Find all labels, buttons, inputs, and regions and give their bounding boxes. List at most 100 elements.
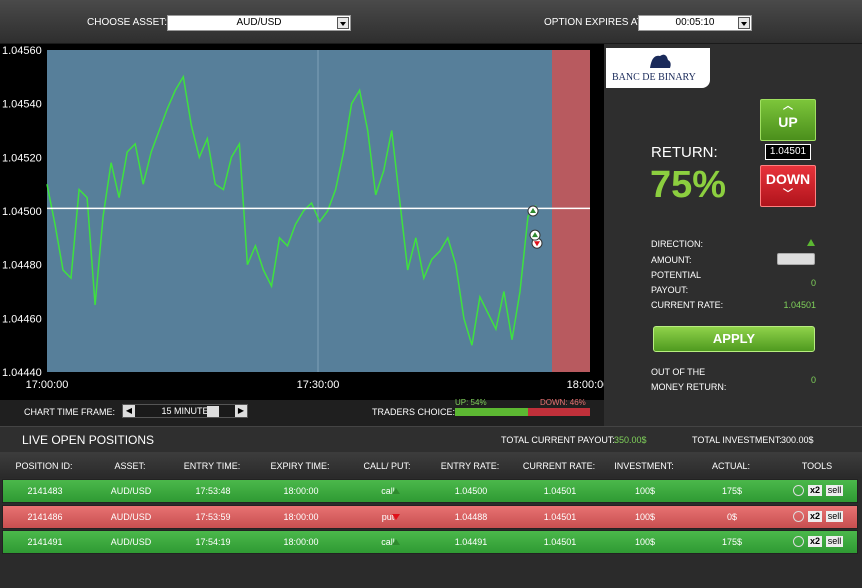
table-row: 2141486 AUD/USD 17:53:59 18:00:00 put 1.04488…	[2, 505, 858, 529]
chevron-down-icon: ﹀	[783, 189, 793, 200]
cell-id: 2141486	[27, 512, 63, 522]
amount-input[interactable]	[777, 253, 815, 265]
apply-button[interactable]: APPLY	[653, 326, 815, 352]
cell-id: 2141483	[27, 486, 63, 496]
x-tick-label: 17:30:00	[297, 379, 340, 391]
cell-expiry-time: 18:00:00	[283, 537, 319, 547]
current-rate-label: CURRENT RATE:	[651, 300, 724, 310]
chevron-left-icon[interactable]: ◀	[123, 405, 135, 417]
total-investment-value: 300.00$	[781, 435, 814, 445]
payout-value: 0	[810, 278, 816, 288]
plot-area	[47, 50, 552, 372]
direction-up-icon	[807, 239, 815, 246]
brand-logo: BANC DE BINARY	[606, 48, 710, 88]
expiry-select[interactable]: 00:05:10	[638, 15, 752, 31]
column-header: EXPIRY TIME:	[270, 461, 330, 471]
column-header: ENTRY RATE:	[440, 461, 500, 471]
y-tick-label: 1.04500	[2, 206, 42, 218]
y-tick-label: 1.04460	[2, 313, 42, 325]
column-header: ENTRY TIME:	[183, 461, 241, 471]
cell-type: call	[381, 486, 395, 496]
otm-value: 0	[810, 375, 816, 385]
total-investment-label: TOTAL INVESTMENT:	[692, 435, 782, 445]
traders-choice-bar	[455, 408, 590, 416]
sell-button[interactable]: sell	[826, 511, 843, 522]
cell-actual: 175$	[721, 486, 743, 496]
column-header: TOOLS	[801, 461, 833, 471]
cell-type: call	[381, 537, 395, 547]
asset-select[interactable]: AUD/USD	[167, 15, 351, 31]
chevron-down-icon[interactable]	[738, 17, 750, 29]
positions-column-headers: POSITION ID: ASSET: ENTRY TIME: EXPIRY TIME…	[0, 452, 862, 478]
double-up-button[interactable]: x2	[808, 511, 822, 522]
double-up-button[interactable]: x2	[808, 536, 822, 547]
y-tick-label: 1.04540	[2, 99, 42, 111]
potential-label: POTENTIAL	[651, 270, 702, 280]
column-header: POSITION ID:	[15, 461, 73, 471]
up-label: UP	[778, 114, 798, 130]
sell-button[interactable]: sell	[826, 536, 843, 547]
y-tick-label: 1.04560	[2, 45, 42, 57]
traders-up-pct: UP: 54%	[455, 398, 487, 407]
cell-entry-rate: 1.04500	[454, 486, 488, 496]
chevron-down-icon[interactable]	[207, 406, 219, 417]
cell-id: 2141491	[27, 537, 63, 547]
cell-entry-time: 17:53:48	[195, 486, 231, 496]
current-rate-value: 1.04501	[783, 300, 816, 310]
chart-timeframe-label: CHART TIME FRAME:	[24, 407, 116, 417]
option-expires-label: OPTION EXPIRES AT:	[544, 17, 645, 28]
chart-controls: CHART TIME FRAME: ◀ 15 MINUTE ▶ TRADERS …	[0, 398, 604, 426]
y-tick-label: 1.04440	[2, 367, 42, 379]
x-tick-label: 18:00:00	[567, 379, 604, 391]
column-header: INVESTMENT:	[614, 461, 674, 471]
payout-label: PAYOUT:	[651, 285, 689, 295]
cell-current-rate: 1.04501	[543, 537, 577, 547]
cell-asset: AUD/USD	[110, 537, 152, 547]
choose-asset-label: CHOOSE ASSET:	[87, 17, 168, 28]
cell-expiry-time: 18:00:00	[283, 512, 319, 522]
rollover-icon[interactable]	[793, 536, 804, 547]
traders-down-pct: DOWN: 46%	[540, 398, 586, 407]
timeframe-selector[interactable]: ◀ 15 MINUTE ▶	[122, 404, 248, 418]
cell-investment: 100$	[634, 512, 656, 522]
cell-expiry-time: 18:00:00	[283, 486, 319, 496]
total-payout-value: 350.00$	[614, 435, 647, 445]
top-bar: CHOOSE ASSET: AUD/USD OPTION EXPIRES AT:…	[0, 0, 862, 44]
cell-entry-rate: 1.04491	[454, 537, 488, 547]
rollover-icon[interactable]	[793, 485, 804, 496]
chevron-right-icon[interactable]: ▶	[235, 405, 247, 417]
column-header: CURRENT RATE:	[522, 461, 596, 471]
cell-actual: 0$	[726, 512, 737, 522]
rollover-icon[interactable]	[793, 511, 804, 522]
cell-current-rate: 1.04501	[543, 486, 577, 496]
traders-choice-up-fill	[455, 408, 528, 416]
cell-investment: 100$	[634, 486, 656, 496]
y-tick-label: 1.04480	[2, 260, 42, 272]
cell-asset: AUD/USD	[110, 512, 152, 522]
return-label: RETURN:	[651, 144, 718, 161]
sell-button[interactable]: sell	[826, 485, 843, 496]
chevron-up-icon: ︿	[783, 101, 793, 112]
asset-select-value: AUD/USD	[236, 17, 282, 28]
lion-icon	[650, 54, 671, 68]
current-rate-box: 1.04501	[765, 144, 811, 160]
price-chart: 1.04560 1.04540 1.04520 1.04500 1.04480 1.044…	[0, 44, 609, 400]
down-button[interactable]: DOWN ﹀	[760, 165, 816, 207]
trade-panel: BANC DE BINARY ︿ UP RETURN: 1.04501 75% …	[604, 44, 862, 426]
positions-title: LIVE OPEN POSITIONS	[22, 433, 155, 447]
table-row: 2141483 AUD/USD 17:53:48 18:00:00 call 1.0450…	[2, 479, 858, 503]
column-header: ASSET:	[114, 461, 146, 471]
y-tick-label: 1.04520	[2, 152, 42, 164]
return-value: 75%	[650, 164, 727, 206]
chevron-down-icon[interactable]	[337, 17, 349, 29]
positions-header: LIVE OPEN POSITIONS TOTAL CURRENT PAYOUT…	[0, 426, 862, 452]
column-header: CALL/ PUT:	[363, 461, 411, 471]
column-header: ACTUAL:	[711, 461, 750, 471]
otm-label-1: OUT OF THE	[651, 367, 706, 377]
up-button[interactable]: ︿ UP	[760, 99, 816, 141]
traders-choice-label: TRADERS CHOICE:	[372, 407, 456, 417]
double-up-button[interactable]: x2	[808, 485, 822, 496]
brand-name: BANC DE BINARY	[612, 72, 696, 83]
amount-label: AMOUNT:	[651, 255, 692, 265]
cell-entry-rate: 1.04488	[454, 512, 488, 522]
